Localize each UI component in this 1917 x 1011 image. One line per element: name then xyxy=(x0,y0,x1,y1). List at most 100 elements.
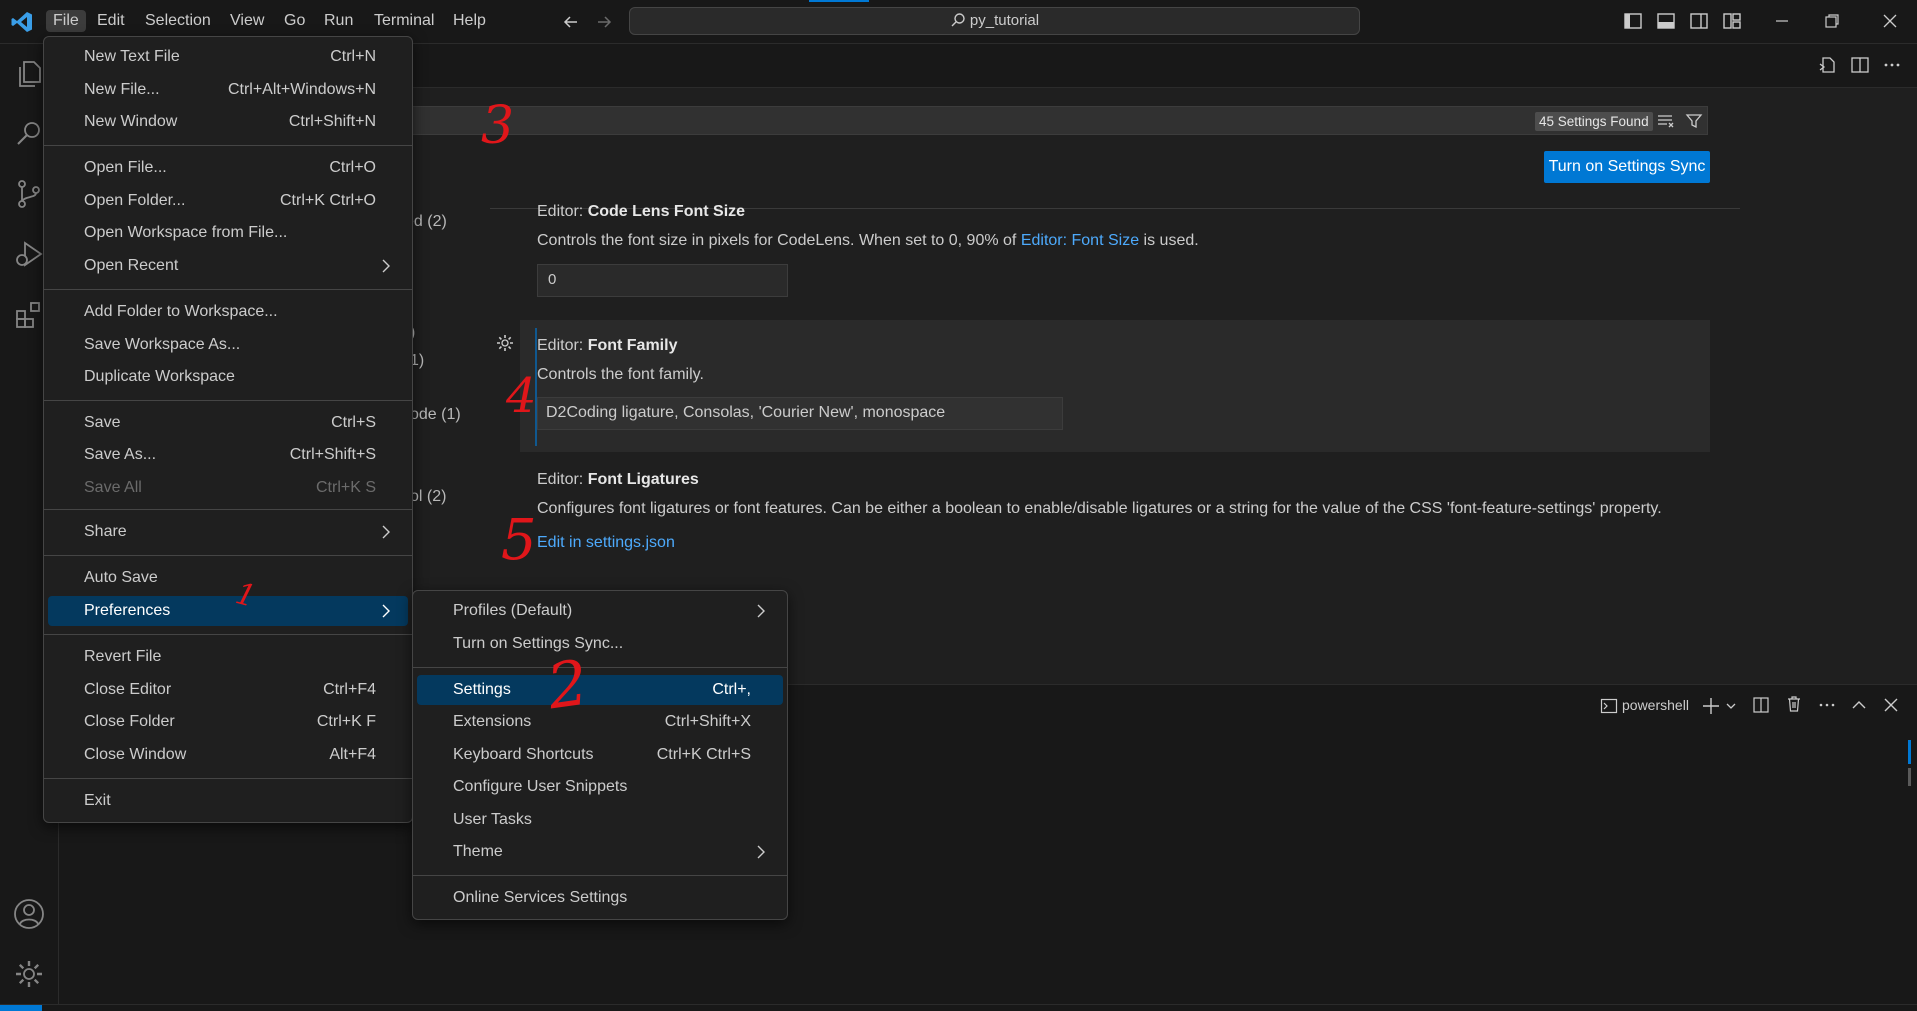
menu-file[interactable]: File xyxy=(46,10,86,32)
menu-item-save-as[interactable]: Save As... Ctrl+Shift+S xyxy=(48,440,408,470)
menu-separator xyxy=(44,289,412,290)
search-view-icon[interactable] xyxy=(13,118,45,150)
menu-separator xyxy=(413,875,787,876)
font-family-input[interactable]: D2Coding ligature, Consolas, 'Courier Ne… xyxy=(537,397,1063,430)
menu-go[interactable]: Go xyxy=(277,10,312,32)
menu-item-preferences[interactable]: Preferences xyxy=(48,596,408,626)
menu-item-open-workspace[interactable]: Open Workspace from File... xyxy=(48,218,408,248)
command-center[interactable]: py_tutorial xyxy=(629,7,1360,35)
menu-item-exit[interactable]: Exit xyxy=(48,786,408,816)
kill-terminal-icon[interactable] xyxy=(1785,695,1803,713)
more-actions-icon[interactable] xyxy=(1882,55,1902,75)
menu-run[interactable]: Run xyxy=(317,10,360,32)
close-panel-icon[interactable] xyxy=(1882,696,1900,714)
new-terminal-icon[interactable] xyxy=(1703,696,1739,716)
setting-row-font-family xyxy=(520,320,1710,452)
source-control-icon[interactable] xyxy=(13,178,45,210)
menu-item-close-window[interactable]: Close Window Alt+F4 xyxy=(48,740,408,770)
menu-item-save-workspace-as[interactable]: Save Workspace As... xyxy=(48,330,408,360)
menu-item-open-folder[interactable]: Open Folder... Ctrl+K Ctrl+O xyxy=(48,186,408,216)
toggle-primary-sidebar-icon[interactable] xyxy=(1623,11,1645,33)
menu-edit[interactable]: Edit xyxy=(90,10,132,32)
focus-indicator xyxy=(809,0,869,2)
settings-search-input[interactable] xyxy=(400,106,1708,135)
terminal-name[interactable]: powershell xyxy=(1622,697,1689,713)
chevron-right-icon xyxy=(382,259,390,273)
clear-filter-icon[interactable] xyxy=(1656,112,1674,130)
menu-item-configure-user-snippets[interactable]: Configure User Snippets xyxy=(417,772,783,802)
settings-count-badge: 45 Settings Found xyxy=(1535,112,1653,131)
menu-item-close-folder[interactable]: Close Folder Ctrl+K F xyxy=(48,707,408,737)
setting-gear-icon[interactable] xyxy=(495,333,515,353)
turn-on-settings-sync-button[interactable]: Turn on Settings Sync xyxy=(1544,151,1710,183)
menu-item-extensions[interactable]: Extensions Ctrl+Shift+X xyxy=(417,707,783,737)
menu-item-online-services-settings[interactable]: Online Services Settings xyxy=(417,883,783,913)
menu-item-new-window[interactable]: New Window Ctrl+Shift+N xyxy=(48,107,408,137)
menu-item-save-all: Save All Ctrl+K S xyxy=(84,479,376,496)
menu-item-new-text-file[interactable]: New Text File Ctrl+N xyxy=(48,42,408,72)
close-window-icon[interactable] xyxy=(1880,11,1902,33)
toc-item[interactable]: ode (1) xyxy=(410,406,461,424)
chevron-right-icon xyxy=(382,525,390,539)
menu-separator xyxy=(44,509,412,510)
maximize-panel-icon[interactable] xyxy=(1850,696,1868,714)
font-size-setting-link[interactable]: Editor: Font Size xyxy=(1021,232,1139,249)
forward-arrow-icon[interactable] xyxy=(594,12,614,32)
extensions-icon[interactable] xyxy=(13,298,45,330)
menu-item-save[interactable]: Save Ctrl+S xyxy=(48,408,408,438)
menu-item-close-editor[interactable]: Close Editor Ctrl+F4 xyxy=(48,675,408,705)
menu-item-theme[interactable]: Theme xyxy=(417,837,783,867)
menu-help[interactable]: Help xyxy=(446,10,493,32)
customize-layout-icon[interactable] xyxy=(1722,11,1744,33)
edit-in-settings-json-link[interactable]: Edit in settings.json xyxy=(537,534,675,552)
filter-icon[interactable] xyxy=(1685,112,1703,130)
menu-item-open-file[interactable]: Open File... Ctrl+O xyxy=(48,153,408,183)
menu-item-profiles[interactable]: Profiles (Default) xyxy=(417,596,783,626)
split-terminal-icon[interactable] xyxy=(1752,696,1770,714)
menu-item-settings[interactable]: Settings Ctrl+, xyxy=(417,675,783,705)
panel-more-icon[interactable] xyxy=(1818,696,1836,714)
menu-item-new-file[interactable]: New File... Ctrl+Alt+Windows+N xyxy=(48,75,408,105)
toc-item[interactable]: ol (2) xyxy=(410,488,446,506)
menu-item-user-tasks[interactable]: User Tasks xyxy=(417,805,783,835)
preferences-submenu: Profiles (Default) Turn on Settings Sync… xyxy=(412,590,788,920)
menu-item-duplicate-workspace[interactable]: Duplicate Workspace xyxy=(48,362,408,392)
terminal-scrollbar[interactable] xyxy=(1908,740,1911,764)
restore-icon[interactable] xyxy=(1822,11,1844,33)
setting-desc-code-lens-font-size: Controls the font size in pixels for Cod… xyxy=(537,232,1199,249)
chevron-right-icon xyxy=(382,604,390,618)
explorer-icon[interactable] xyxy=(13,58,45,90)
setting-title-code-lens-font-size: Editor: Code Lens Font Size xyxy=(537,203,746,220)
menu-selection[interactable]: Selection xyxy=(138,10,218,32)
open-settings-json-icon[interactable] xyxy=(1818,55,1838,75)
menu-item-add-folder-to-workspace[interactable]: Add Folder to Workspace... xyxy=(48,297,408,327)
menu-separator xyxy=(44,400,412,401)
chevron-right-icon xyxy=(757,845,765,859)
terminal-scrollbar-thumb[interactable] xyxy=(1908,768,1911,786)
search-icon xyxy=(951,13,965,27)
menu-item-auto-save[interactable]: Auto Save xyxy=(48,563,408,593)
menu-separator xyxy=(44,634,412,635)
menu-item-turn-on-settings-sync[interactable]: Turn on Settings Sync... xyxy=(417,629,783,659)
menu-item-open-recent[interactable]: Open Recent xyxy=(48,251,408,281)
toggle-panel-icon[interactable] xyxy=(1656,11,1678,33)
back-arrow-icon[interactable] xyxy=(561,12,581,32)
minimize-icon[interactable] xyxy=(1772,11,1794,33)
menu-view[interactable]: View xyxy=(223,10,271,32)
code-lens-font-size-input[interactable]: 0 xyxy=(537,264,788,297)
menu-item-share[interactable]: Share xyxy=(48,517,408,547)
manage-gear-icon[interactable] xyxy=(13,958,45,990)
menu-item-revert-file[interactable]: Revert File xyxy=(48,642,408,672)
menu-terminal[interactable]: Terminal xyxy=(367,10,441,32)
chevron-right-icon xyxy=(757,604,765,618)
terminal-icon xyxy=(1600,697,1618,715)
setting-desc-font-family: Controls the font family. xyxy=(537,366,704,383)
remote-indicator[interactable] xyxy=(0,1005,42,1011)
menu-separator xyxy=(44,555,412,556)
run-debug-icon[interactable] xyxy=(13,238,45,270)
split-editor-icon[interactable] xyxy=(1850,55,1870,75)
menu-item-keyboard-shortcuts[interactable]: Keyboard Shortcuts Ctrl+K Ctrl+S xyxy=(417,740,783,770)
toggle-secondary-sidebar-icon[interactable] xyxy=(1689,11,1711,33)
vscode-logo-icon xyxy=(10,10,34,34)
accounts-icon[interactable] xyxy=(13,898,45,930)
